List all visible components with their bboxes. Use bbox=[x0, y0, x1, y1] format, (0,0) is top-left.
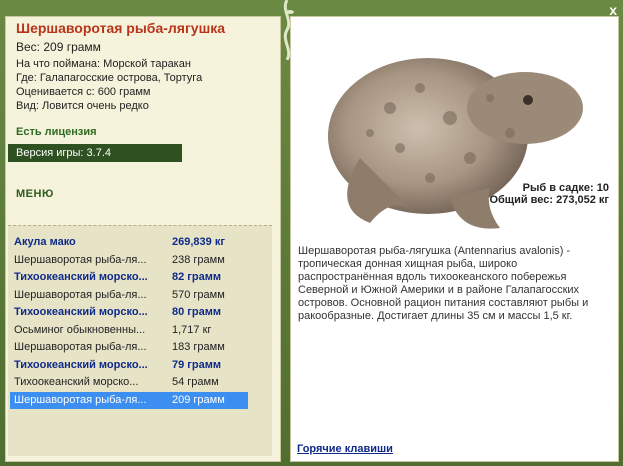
list-item-name: Тихоокеанский морско... bbox=[14, 306, 148, 318]
fish-valued: Оценивается с: 600 грамм bbox=[16, 86, 151, 98]
list-item-name: Шершаворотая рыба-ля... bbox=[14, 288, 147, 301]
list-item[interactable]: Тихоокеанский морско... 80 грамм bbox=[10, 304, 248, 321]
fish-weight: Вес: 209 грамм bbox=[16, 40, 101, 54]
list-item-weight: 82 грамм bbox=[172, 271, 221, 283]
catch-list[interactable]: Акула мако 269,839 кг Шершаворотая рыба-ля… bbox=[8, 225, 272, 456]
list-item-name: Тихоокеанский морско... bbox=[14, 271, 148, 283]
vine-ornament-icon bbox=[283, 0, 294, 60]
fish-image bbox=[328, 58, 583, 229]
list-item[interactable]: Акула мако 269,839 кг bbox=[10, 234, 248, 251]
license-status: Есть лицензия bbox=[16, 126, 97, 138]
version-bar: Версия игры: 3.7.4 bbox=[8, 144, 182, 162]
list-item-name: Шершаворотая рыба-ля... bbox=[14, 253, 147, 266]
list-item[interactable]: Шершаворотая рыба-ля... 238 грамм bbox=[10, 252, 248, 269]
list-item[interactable]: Шершаворотая рыба-ля... 183 грамм bbox=[10, 339, 248, 356]
fish-kind: Вид: Ловится очень редко bbox=[16, 100, 149, 112]
list-item[interactable]: Тихоокеанский морско... 82 грамм bbox=[10, 269, 248, 286]
fish-bait: На что поймана: Морской таракан bbox=[16, 58, 191, 70]
fish-title: Шершаворотая рыба-лягушка bbox=[16, 20, 226, 36]
list-item-weight: 1,717 кг bbox=[172, 323, 212, 336]
fish-info: На что поймана: Морской таракан Где: Гал… bbox=[16, 57, 202, 113]
list-item[interactable]: Шершаворотая рыба-ля... 570 грамм bbox=[10, 287, 248, 304]
menu-button[interactable]: МЕНЮ bbox=[16, 188, 54, 200]
fish-place: Где: Галапагосские острова, Тортуга bbox=[16, 72, 203, 84]
list-item-name: Акула мако bbox=[14, 236, 76, 248]
list-item-name: Шершаворотая рыба-ля... bbox=[14, 393, 147, 406]
list-item-weight: 79 грамм bbox=[172, 358, 221, 371]
list-item-weight: 80 грамм bbox=[172, 306, 221, 318]
hotkeys-link[interactable]: Горячие клавиши bbox=[297, 443, 393, 455]
list-item-weight: 238 грамм bbox=[172, 253, 225, 266]
list-item-name: Тихоокеанский морско... bbox=[14, 358, 148, 371]
list-item[interactable]: Шершаворотая рыба-ля... 209 грамм bbox=[10, 391, 248, 409]
fish-description: Шершаворотая рыба-лягушка (Antennarius a… bbox=[298, 245, 589, 322]
list-item-weight: 183 грамм bbox=[172, 341, 225, 353]
list-item-name: Тихоокеанский морско... bbox=[14, 376, 139, 388]
list-item-weight: 54 грамм bbox=[172, 376, 219, 388]
list-item[interactable]: Тихоокеанский морско... 54 грамм bbox=[10, 374, 248, 391]
list-item[interactable]: Тихоокеанский морско... 79 грамм bbox=[10, 357, 248, 374]
list-item-name: Шершаворотая рыба-ля... bbox=[14, 341, 147, 353]
list-item-name: Осьминог обыкновенны... bbox=[14, 323, 146, 336]
list-item-weight: 209 грамм bbox=[172, 393, 225, 406]
list-item[interactable]: Осьминог обыкновенны... 1,717 кг bbox=[10, 322, 248, 339]
list-item-weight: 570 грамм bbox=[172, 288, 225, 301]
list-item-weight: 269,839 кг bbox=[172, 236, 225, 248]
